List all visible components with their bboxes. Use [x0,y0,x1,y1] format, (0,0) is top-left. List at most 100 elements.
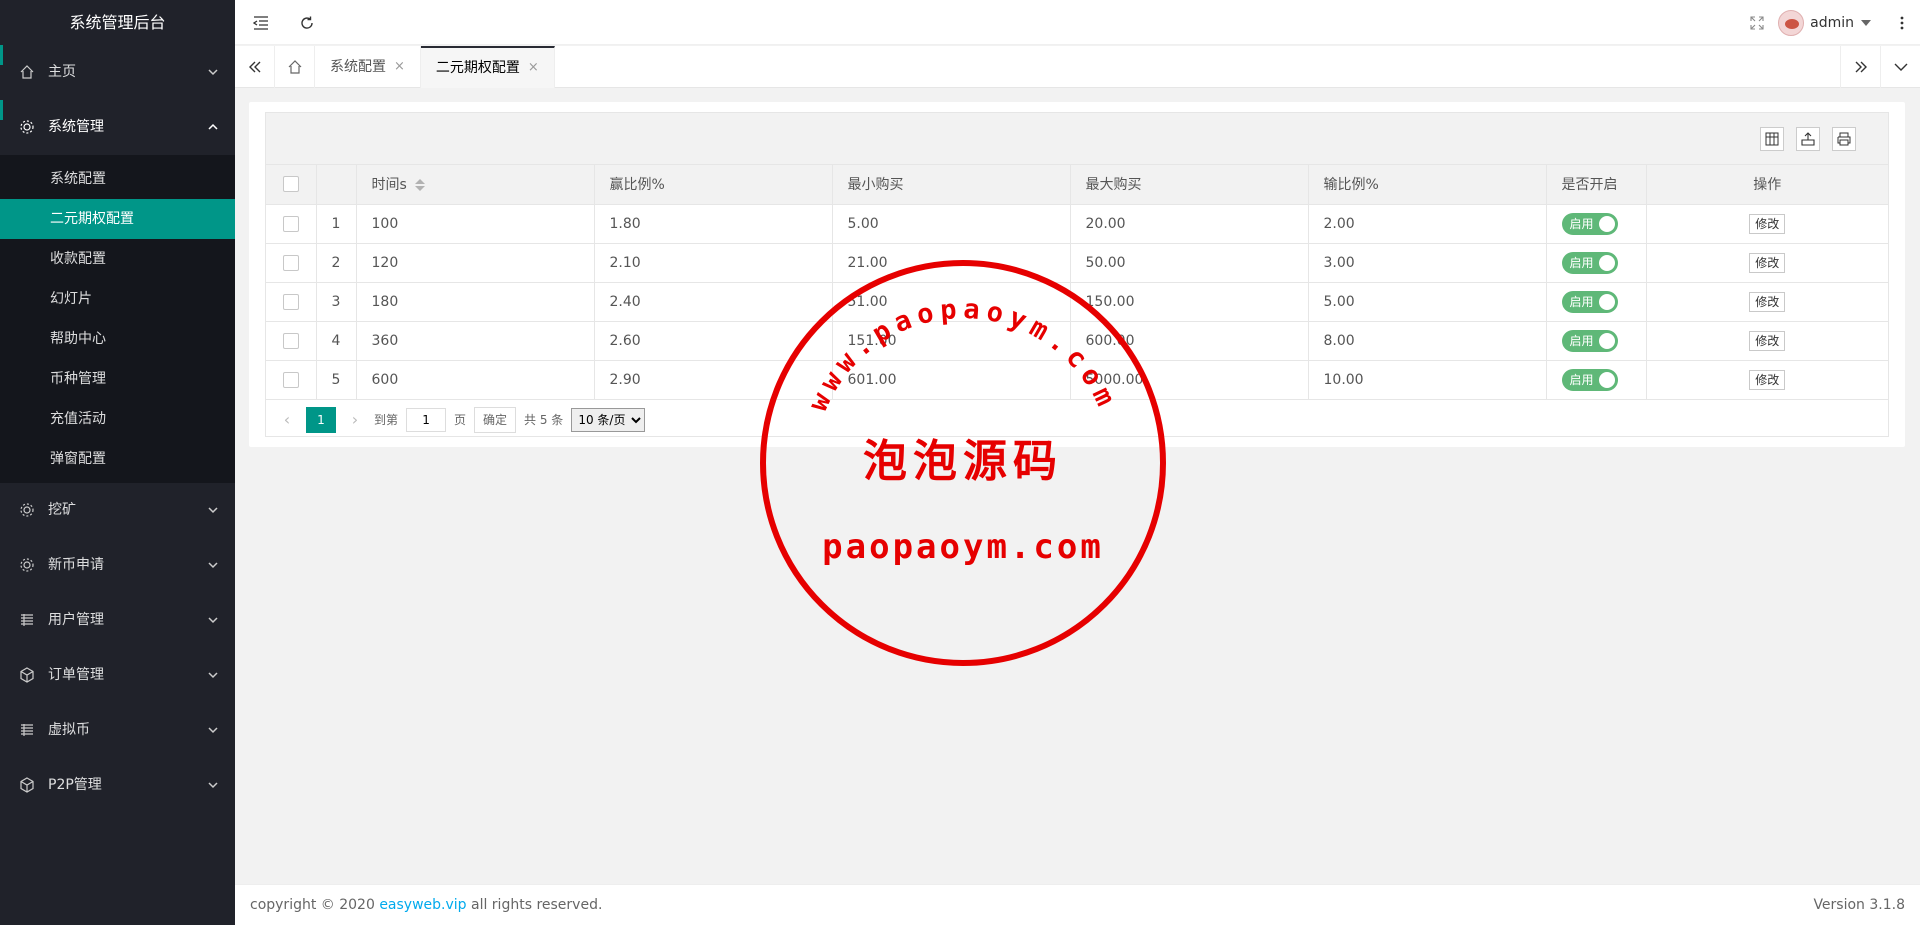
tabs-menu-button[interactable] [1880,46,1920,88]
sidebar-item-mining[interactable]: 挖矿 [0,483,235,538]
enable-toggle[interactable]: 启用 [1561,368,1618,391]
tabs-scroll-right-button[interactable] [1840,46,1880,88]
close-icon[interactable]: × [394,46,405,88]
caret-down-icon [1861,19,1871,26]
columns-filter-button[interactable] [1760,127,1784,151]
cell-max-buy: 5000.00 [1070,360,1309,400]
footer-link[interactable]: easyweb.vip [379,897,466,913]
cell-lose-ratio: 3.00 [1308,243,1547,283]
page-number-input[interactable] [406,407,447,432]
print-button[interactable] [1832,127,1856,151]
sidebar-item-p2p[interactable]: P2P管理 [0,758,235,813]
cube-icon [20,777,34,793]
goto-label: 到第 [374,413,399,427]
sidebar-subitem-system-config[interactable]: 系统配置 [0,159,235,199]
sidebar-item-virtual-coin[interactable]: 虚拟币 [0,703,235,758]
sidebar-item-users[interactable]: 用户管理 [0,593,235,648]
row-index: 2 [316,243,357,283]
chevron-down-icon [208,562,218,569]
row-checkbox[interactable] [282,215,299,232]
page-size-select[interactable]: 10 条/页 [571,407,646,432]
edit-button[interactable]: 修改 [1749,213,1786,234]
export-icon [1801,132,1815,146]
cell-actions: 修改 [1646,321,1888,361]
list-icon [21,724,33,736]
edit-button[interactable]: 修改 [1749,252,1786,273]
sidebar-subitem-currency[interactable]: 币种管理 [0,359,235,399]
select-all-cell [266,165,317,205]
double-chevron-right-icon [1855,61,1867,73]
sidebar-item-new-coin[interactable]: 新币申请 [0,538,235,593]
cell-min-buy: 601.00 [832,360,1071,400]
table-row: 3 180 2.40 51.00 150.00 5.00 启用 修改 [266,282,1888,322]
prev-page-button[interactable]: ‹ [276,410,298,429]
tabs-scroll-left-button[interactable] [235,46,275,88]
enable-toggle[interactable]: 启用 [1561,212,1618,235]
chevron-down-icon [1894,63,1907,71]
cell-actions: 修改 [1646,360,1888,400]
nav-group-orders: 订单管理 [0,648,235,703]
pagination: ‹ 1 › 到第 页 确定 共 5 条 10 条/页 [266,400,1888,440]
row-checkbox[interactable] [282,332,299,349]
sidebar-item-label: 挖矿 [48,502,76,518]
table-row: 4 360 2.60 151.00 600.00 8.00 启用 修改 [266,321,1888,361]
sidebar-subitem-popup[interactable]: 弹窗配置 [0,439,235,479]
more-menu-button[interactable] [1884,0,1920,45]
sidebar-subitem-slides[interactable]: 幻灯片 [0,279,235,319]
tab-option-config[interactable]: 二元期权配置 × [420,46,555,88]
enable-toggle[interactable]: 启用 [1561,251,1618,274]
next-page-button[interactable]: › [344,410,366,429]
column-header-time[interactable]: 时间s [356,165,595,205]
cell-max-buy: 20.00 [1070,204,1309,244]
enable-toggle[interactable]: 启用 [1561,290,1618,313]
collapse-sidebar-button[interactable] [241,0,281,45]
cell-enabled: 启用 [1546,243,1647,283]
cell-lose-ratio: 2.00 [1308,204,1547,244]
sidebar-subitem-recharge[interactable]: 充值活动 [0,399,235,439]
version-label: Version 3.1.8 [1813,897,1905,913]
column-header-actions: 操作 [1646,165,1888,205]
row-checkbox[interactable] [282,293,299,310]
sidebar-subitem-payment-config[interactable]: 收款配置 [0,239,235,279]
cell-actions: 修改 [1646,243,1888,283]
top-header: admin [235,0,1920,45]
sidebar-subitem-option-config[interactable]: 二元期权配置 [0,199,235,239]
refresh-button[interactable] [287,0,327,45]
row-select-cell [266,321,317,361]
sidebar-item-orders[interactable]: 订单管理 [0,648,235,703]
cell-time: 100 [356,204,595,244]
nav-group-virtual-coin: 虚拟币 [0,703,235,758]
chevron-down-icon [208,782,218,789]
index-header [316,165,357,205]
row-checkbox[interactable] [282,254,299,271]
row-index: 4 [316,321,357,361]
user-name: admin [1810,14,1854,31]
current-page[interactable]: 1 [306,406,336,433]
cell-win-ratio: 2.10 [594,243,833,283]
export-button[interactable] [1796,127,1820,151]
row-select-cell [266,282,317,322]
sidebar-item-home[interactable]: 主页 [0,45,235,100]
chevron-up-icon [208,123,218,130]
sidebar-subitem-help-center[interactable]: 帮助中心 [0,319,235,359]
enable-toggle[interactable]: 启用 [1561,329,1618,352]
row-checkbox[interactable] [282,371,299,388]
table-container: 时间s 赢比例% 最小购买 最大购买 输比例% 是否开启 操作 1 100 1.… [265,112,1889,437]
sort-icon[interactable] [414,178,425,192]
edit-button[interactable]: 修改 [1749,369,1786,390]
sidebar-item-system[interactable]: 系统管理 [0,100,235,155]
table-header-row: 时间s 赢比例% 最小购买 最大购买 输比例% 是否开启 操作 [266,165,1888,205]
cell-actions: 修改 [1646,204,1888,244]
fullscreen-button[interactable] [1737,0,1777,45]
close-icon[interactable]: × [528,48,539,88]
user-menu[interactable]: admin [1778,0,1872,45]
app-root: 系统管理后台 主页 系统管理 系统配置 二元期权配置 收款配置 幻灯片 帮助中心… [0,0,1920,925]
edit-button[interactable]: 修改 [1749,291,1786,312]
edit-button[interactable]: 修改 [1749,330,1786,351]
tab-system-config[interactable]: 系统配置 × [315,46,421,88]
goto-confirm-button[interactable]: 确定 [474,406,517,433]
gear-icon [20,120,34,134]
cell-min-buy: 151.00 [832,321,1071,361]
select-all-checkbox[interactable] [282,176,299,193]
home-tab-button[interactable] [275,46,315,88]
